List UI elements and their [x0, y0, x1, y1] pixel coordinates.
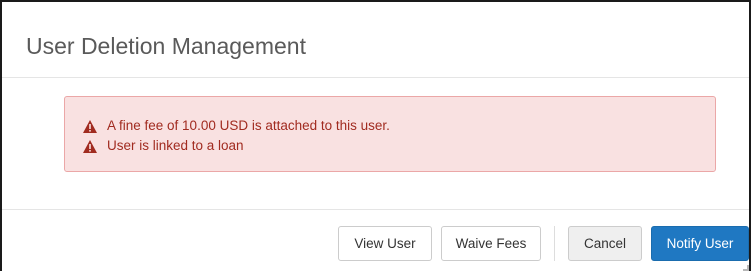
- user-deletion-dialog: User Deletion Management A fine fee of 1…: [0, 0, 751, 271]
- alert-message-text: User is linked to a loan: [107, 138, 244, 153]
- warning-icon: [83, 139, 97, 153]
- view-user-button[interactable]: View User: [338, 226, 432, 261]
- cancel-button[interactable]: Cancel: [568, 226, 642, 261]
- warning-icon: [83, 119, 97, 133]
- dialog-header: User Deletion Management: [2, 2, 749, 78]
- waive-fees-button[interactable]: Waive Fees: [441, 226, 541, 261]
- alert-message-text: A fine fee of 10.00 USD is attached to t…: [107, 118, 390, 133]
- alert-message: A fine fee of 10.00 USD is attached to t…: [83, 117, 390, 135]
- notify-user-button[interactable]: Notify User: [651, 226, 749, 261]
- dialog-footer: View User Waive Fees Cancel Notify User: [2, 209, 749, 271]
- alert-message: User is linked to a loan: [83, 137, 244, 155]
- error-alert: A fine fee of 10.00 USD is attached to t…: [64, 96, 716, 172]
- button-separator: [554, 226, 555, 261]
- dialog-title: User Deletion Management: [26, 33, 306, 59]
- resize-grip-icon[interactable]: [743, 265, 749, 271]
